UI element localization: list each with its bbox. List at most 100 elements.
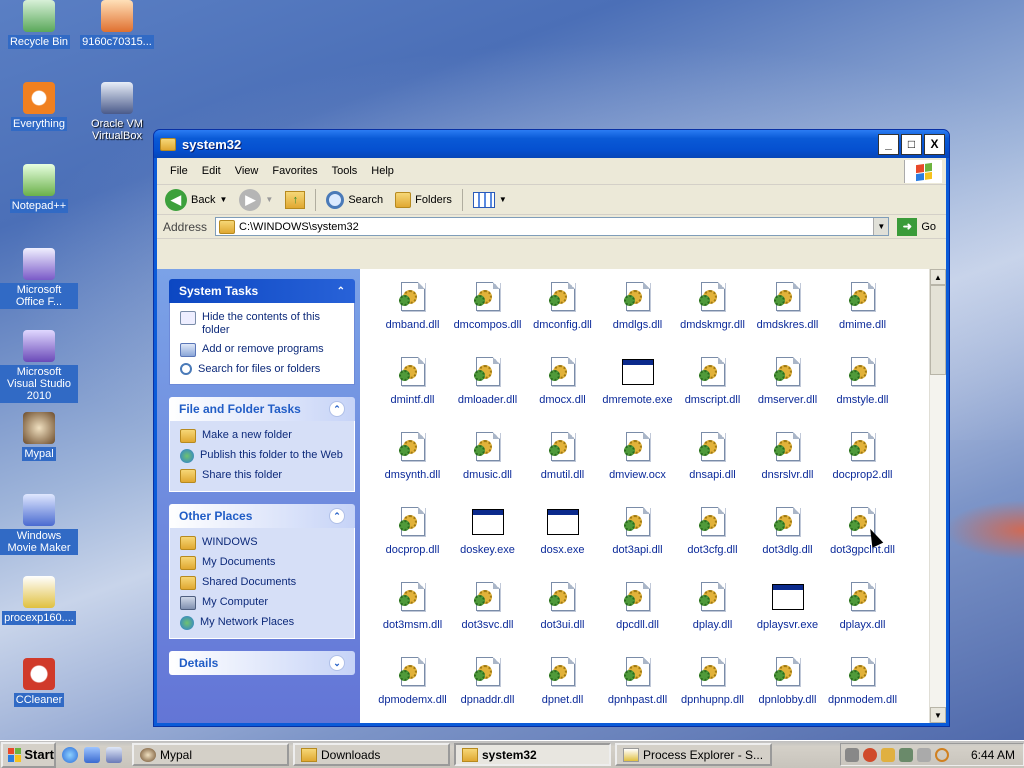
file-item[interactable]: dmusic.dll: [450, 431, 525, 506]
show-desktop-icon[interactable]: [84, 746, 100, 763]
file-item[interactable]: dmutil.dll: [525, 431, 600, 506]
taskbar-button[interactable]: Downloads: [293, 743, 450, 766]
desktop-icon[interactable]: Windows Movie Maker: [0, 494, 78, 555]
file-item[interactable]: dot3api.dll: [600, 506, 675, 581]
file-item[interactable]: doskey.exe: [450, 506, 525, 581]
clock[interactable]: 6:44 AM: [971, 748, 1015, 762]
file-item[interactable]: dpnlobby.dll: [750, 656, 825, 731]
scroll-up-button[interactable]: ▲: [930, 269, 946, 285]
file-item[interactable]: dplay.dll: [675, 581, 750, 656]
task-hide-contents[interactable]: Hide the contents of this folder: [180, 311, 344, 337]
task-share-folder[interactable]: Share this folder: [180, 469, 344, 483]
desktop-icon[interactable]: Mypal: [0, 412, 78, 461]
minimize-button[interactable]: _: [878, 133, 899, 155]
menu-view[interactable]: View: [228, 165, 266, 177]
file-item[interactable]: dmcompos.dll: [450, 281, 525, 356]
desktop-icon[interactable]: Microsoft Office F...: [0, 248, 78, 309]
address-dropdown-button[interactable]: ▼: [873, 218, 889, 235]
file-item[interactable]: dot3dlg.dll: [750, 506, 825, 581]
file-item[interactable]: dmsynth.dll: [375, 431, 450, 506]
file-item[interactable]: docprop.dll: [375, 506, 450, 581]
scroll-thumb[interactable]: [930, 285, 946, 375]
task-publish-web[interactable]: Publish this folder to the Web: [180, 449, 344, 463]
file-item[interactable]: dnsrslvr.dll: [750, 431, 825, 506]
file-folder-tasks-header[interactable]: File and Folder Tasks ⌃: [169, 397, 355, 421]
file-item[interactable]: dmconfig.dll: [525, 281, 600, 356]
address-field[interactable]: C:\WINDOWS\system32 ▼: [215, 217, 890, 236]
place-my-computer[interactable]: My Computer: [180, 596, 344, 610]
file-item[interactable]: dpcdll.dll: [600, 581, 675, 656]
close-button[interactable]: X: [924, 133, 945, 155]
file-item[interactable]: dmdlgs.dll: [600, 281, 675, 356]
task-make-new-folder[interactable]: Make a new folder: [180, 429, 344, 443]
go-button[interactable]: ➜ Go: [893, 216, 940, 238]
place-windows[interactable]: WINDOWS: [180, 536, 344, 550]
place-shared-documents[interactable]: Shared Documents: [180, 576, 344, 590]
file-item[interactable]: dmstyle.dll: [825, 356, 900, 431]
up-folder-button[interactable]: ↑: [281, 189, 309, 211]
file-item[interactable]: dot3gpclnt.dll: [825, 506, 900, 581]
other-places-header[interactable]: Other Places ⌃: [169, 504, 355, 528]
views-button[interactable]: ▼: [469, 190, 511, 210]
file-item[interactable]: dmocx.dll: [525, 356, 600, 431]
file-item[interactable]: dot3ui.dll: [525, 581, 600, 656]
desktop-icon[interactable]: Microsoft Visual Studio 2010: [0, 330, 78, 403]
details-header[interactable]: Details ⌄: [169, 651, 355, 675]
tray-shield-icon[interactable]: [881, 747, 895, 762]
file-item[interactable]: dosx.exe: [525, 506, 600, 581]
file-item[interactable]: dot3msm.dll: [375, 581, 450, 656]
vertical-scrollbar[interactable]: ▲ ▼: [929, 269, 946, 723]
file-item[interactable]: dmband.dll: [375, 281, 450, 356]
folders-button[interactable]: Folders: [391, 190, 456, 210]
file-item[interactable]: dot3svc.dll: [450, 581, 525, 656]
desktop-icon[interactable]: 9160c70315...: [78, 0, 156, 49]
file-item[interactable]: dnsapi.dll: [675, 431, 750, 506]
tray-app-icon[interactable]: [845, 747, 859, 762]
file-item[interactable]: docprop2.dll: [825, 431, 900, 506]
virtualbox-icon[interactable]: [106, 746, 122, 763]
search-button[interactable]: Search: [322, 189, 387, 211]
file-item[interactable]: dmscript.dll: [675, 356, 750, 431]
desktop-icon[interactable]: Notepad++: [0, 164, 78, 213]
menu-favorites[interactable]: Favorites: [265, 165, 324, 177]
file-item[interactable]: dmime.dll: [825, 281, 900, 356]
menu-edit[interactable]: Edit: [195, 165, 228, 177]
task-add-remove-programs[interactable]: Add or remove programs: [180, 343, 344, 357]
file-item[interactable]: dmdskres.dll: [750, 281, 825, 356]
file-item[interactable]: dpnaddr.dll: [450, 656, 525, 731]
back-button[interactable]: ◀ Back ▼: [161, 187, 231, 213]
file-item[interactable]: dplaysvr.exe: [750, 581, 825, 656]
ie-icon[interactable]: [62, 746, 78, 763]
task-search-files[interactable]: Search for files or folders: [180, 363, 344, 376]
desktop-icon[interactable]: Oracle VM VirtualBox: [78, 82, 156, 143]
tray-search-icon[interactable]: [935, 747, 949, 762]
file-item[interactable]: dmremote.exe: [600, 356, 675, 431]
system-tasks-header[interactable]: System Tasks ⌃: [169, 279, 355, 303]
maximize-button[interactable]: □: [901, 133, 922, 155]
forward-button[interactable]: ▶ ▼: [235, 187, 277, 213]
tray-network-icon[interactable]: [899, 747, 913, 762]
tray-security-icon[interactable]: [863, 747, 877, 762]
file-item[interactable]: dpnmodem.dll: [825, 656, 900, 731]
desktop-icon[interactable]: Everything: [0, 82, 78, 131]
window-titlebar[interactable]: system32 _ □ X: [154, 130, 949, 158]
scroll-down-button[interactable]: ▼: [930, 707, 946, 723]
place-my-network-places[interactable]: My Network Places: [180, 616, 344, 630]
desktop-icon[interactable]: procexp160....: [0, 576, 78, 625]
menu-file[interactable]: File: [163, 165, 195, 177]
taskbar-button[interactable]: Mypal: [132, 743, 289, 766]
file-item[interactable]: dpmodemx.dll: [375, 656, 450, 731]
file-item[interactable]: dpnhupnp.dll: [675, 656, 750, 731]
file-item[interactable]: dpnet.dll: [525, 656, 600, 731]
taskbar-button[interactable]: system32: [454, 743, 611, 766]
file-item[interactable]: dmserver.dll: [750, 356, 825, 431]
tray-key-icon[interactable]: [917, 747, 931, 762]
file-item[interactable]: dmloader.dll: [450, 356, 525, 431]
file-item[interactable]: dmview.ocx: [600, 431, 675, 506]
file-item[interactable]: dot3cfg.dll: [675, 506, 750, 581]
desktop-icon[interactable]: Recycle Bin: [0, 0, 78, 49]
menu-tools[interactable]: Tools: [325, 165, 365, 177]
taskbar-button[interactable]: Process Explorer - S...: [615, 743, 772, 766]
start-button[interactable]: Start: [1, 741, 56, 768]
place-my-documents[interactable]: My Documents: [180, 556, 344, 570]
